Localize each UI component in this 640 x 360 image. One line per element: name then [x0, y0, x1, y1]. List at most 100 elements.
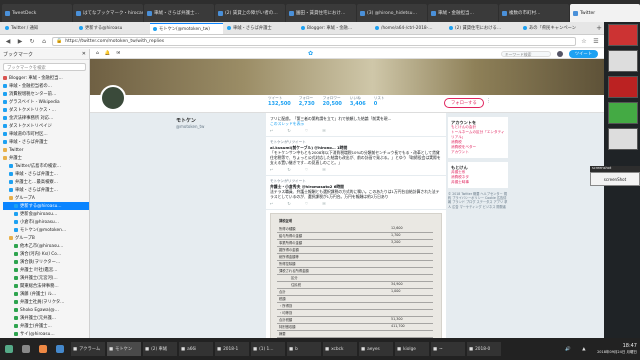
browser-tab[interactable]: 車絨・さらば弁護士 [224, 23, 297, 34]
bookmark-item[interactable]: 車絨・さらば弁護士 [3, 138, 89, 146]
taskbar-task[interactable]: ■ (1) 1… [251, 342, 285, 356]
bookmark-item[interactable]: Shoko Egawa(@… [3, 306, 89, 314]
tweet[interactable]: モトケンがリツイート ai.kusumi(前ケーブル) @hirono… 1時間「… [266, 137, 446, 176]
bookmark-item[interactable]: 他木乙市(@hiroasu… [3, 242, 89, 250]
bookmark-folder[interactable]: グループB [3, 234, 89, 242]
follow-button[interactable]: フォローする [444, 98, 484, 108]
browser-tab[interactable]: あの「県民キャンペーン [520, 23, 593, 34]
bookmark-item[interactable]: ダストクメトリクス・… [3, 106, 89, 114]
taskbar-task[interactable]: ■ アクラーム [71, 342, 105, 356]
bookmark-item[interactable]: 弁護士社員(ヲリクタ… [3, 298, 89, 306]
forward-arrow-icon[interactable]: ▶ [16, 37, 24, 45]
bookmark-folder[interactable]: グループA [3, 194, 89, 202]
bookmark-item[interactable]: 弁護士 叶社(鑑宮… [3, 266, 89, 274]
profile-stat[interactable]: フォロワー 20,500 [323, 96, 342, 107]
thread-link[interactable]: このスレッドを表示 [270, 121, 442, 126]
bookmark-item[interactable]: 演弁護士(元弁護… [3, 314, 89, 322]
profile-stat[interactable]: リスト 0 [374, 96, 385, 107]
back-arrow-icon[interactable]: ◀ [4, 37, 12, 45]
bookmark-item[interactable]: 更新会@hiroasu… [3, 210, 89, 218]
twitter-search-input[interactable]: キーワード検索 [500, 50, 551, 57]
network-icon[interactable]: ▲ [580, 342, 594, 356]
taskbar-task[interactable]: ■ xcbck [323, 342, 357, 356]
bookmark-item[interactable]: モトケン(@motoken… [3, 226, 89, 234]
window-thumbnail[interactable] [608, 24, 638, 46]
os-tab[interactable]: (2) 賃貸上の障がい者の… [215, 4, 285, 22]
side-link[interactable]: トールネームの区分「エンタティリアル」 [451, 130, 505, 140]
bookmark-item[interactable]: 金沢法律事務所 対応… [3, 114, 89, 122]
os-tab[interactable]: 複数の市町村… [499, 4, 569, 22]
share-icon[interactable]: ✉ [322, 128, 325, 133]
side-link[interactable]: 弁護士時事 [451, 180, 505, 185]
bookmark-item[interactable]: 弁護士と…最高検察… [3, 178, 89, 186]
window-thumbnail[interactable] [608, 76, 638, 98]
bookmark-item[interactable]: 関東総合法律事務… [3, 282, 89, 290]
reply-icon[interactable]: ↩ [270, 128, 273, 133]
url-bar[interactable]: 🔒 https://twitter.com/motoken_tw/with_re… [52, 36, 576, 46]
tweet[interactable]: フリに配慮。「第三者の第約請を立て」れで依頼した結論「前実を現… このスレッドを表… [266, 113, 446, 137]
bookmark-item[interactable]: 小倉市(@hiroasu… [3, 218, 89, 226]
bookmark-item[interactable]: 車絨・さらば弁護士… [3, 186, 89, 194]
profile-stat[interactable]: いいね 3,406 [350, 96, 366, 107]
share-icon[interactable]: ✉ [322, 201, 325, 206]
bookmark-star-icon[interactable]: ☆ [580, 37, 588, 45]
browser-tab[interactable]: Twitter / 通知 [2, 23, 75, 34]
home-icon[interactable]: ⌂ [40, 37, 48, 45]
bookmark-item[interactable]: 演合鉄(ヲリクター… [3, 258, 89, 266]
like-icon[interactable]: ♡ [305, 201, 309, 206]
bookmark-item[interactable]: 車絨道の市町村区… [3, 130, 89, 138]
browser-tab[interactable]: Blogger: 車絨・金融… [298, 23, 371, 34]
more-options-icon[interactable]: ⋮ [486, 98, 491, 104]
bookmark-item[interactable]: ダストクメトリペイジ [3, 122, 89, 130]
clock[interactable]: 18:47 2018年09月24日 月曜日 [597, 343, 637, 355]
window-thumbnail[interactable] [608, 128, 638, 150]
close-icon[interactable]: ✕ [82, 51, 86, 57]
bookmark-item[interactable]: 演弁護士(元宮河(… [3, 274, 89, 282]
bookmark-item[interactable]: 消費税増税センター前… [3, 90, 89, 98]
taskbar-task[interactable]: ■ kiolge [395, 342, 429, 356]
bookmark-item[interactable]: 演合(河内) Ks(l Co… [3, 250, 89, 258]
bookmark-folder[interactable]: Twitter [3, 146, 89, 154]
taskbar-task[interactable]: ■ (2) 車絨 [143, 342, 177, 356]
new-tab-plus-icon[interactable]: + [594, 24, 604, 32]
screenshot-popup[interactable]: screenShot [590, 172, 640, 186]
side-link[interactable]: アカウント [451, 150, 505, 155]
taskbar-task[interactable]: ■ b [287, 342, 321, 356]
messages-nav-icon[interactable]: ✉ [116, 51, 120, 56]
twitter-bird-icon[interactable]: ✿ [308, 50, 313, 57]
window-thumbnail[interactable] [608, 102, 638, 124]
bookmark-search-input[interactable]: ブックマークを検索 [3, 63, 86, 71]
reply-icon[interactable]: ↩ [270, 201, 273, 206]
taskbar-task[interactable]: ■ a66i [179, 342, 213, 356]
profile-stat[interactable]: ツイート 132,500 [268, 96, 291, 107]
retweet-icon[interactable]: ↻ [287, 128, 290, 133]
like-icon[interactable]: ♡ [305, 128, 309, 133]
taskbar-task[interactable]: ■ aeyes [359, 342, 393, 356]
browser-tab[interactable]: モトケン(@motoken_tw) [150, 22, 223, 34]
taskbar-task[interactable]: ■ モトケン [107, 342, 141, 356]
window-thumbnail[interactable] [608, 50, 638, 72]
browser-tab[interactable]: 更新する@hiroasu [76, 23, 149, 34]
share-icon[interactable]: ✉ [322, 167, 325, 172]
tax-document-image[interactable]: 課税証明 所得の種類 12,600 給与所得の金額 1,700 事業所得の金額 3,200 雑… [270, 213, 442, 338]
bookmark-item[interactable]: 弁護士(弁護士… [3, 322, 89, 330]
taskbar-task[interactable]: ■ ~ [431, 342, 465, 356]
launcher-icon[interactable] [37, 342, 51, 356]
retweet-icon[interactable]: ↻ [287, 201, 290, 206]
os-tab[interactable]: (3) @hirono_hidetsu… [357, 4, 427, 22]
bookmark-item[interactable]: 車絨・さらば弁護士… [3, 170, 89, 178]
avatar-small[interactable] [556, 50, 563, 57]
tweet[interactable]: モトケンがリツイート 弁護士・小倉秀夫 @hiromasato2 6時間 法テラス職… [266, 176, 446, 210]
os-tab[interactable]: Twitter [570, 4, 640, 22]
avatar[interactable] [100, 85, 126, 111]
browser-tab[interactable]: /home/a64-/ctrl-2018-… [372, 23, 445, 34]
taskbar-task[interactable]: ■ 2018-1 [215, 342, 249, 356]
launcher-icon[interactable] [20, 342, 34, 356]
bookmark-item[interactable]: 更新する@hiroasu… [3, 202, 89, 210]
like-icon[interactable]: ♡ [305, 167, 309, 172]
tweet-button[interactable]: ツイート [568, 49, 598, 58]
bookmark-item[interactable]: サイ(@hiroasu… [3, 330, 89, 338]
bookmark-item[interactable]: 車絨・金融担当者の… [3, 82, 89, 90]
profile-stat[interactable]: フォロー 2,730 [299, 96, 315, 107]
retweet-icon[interactable]: ↻ [287, 167, 290, 172]
